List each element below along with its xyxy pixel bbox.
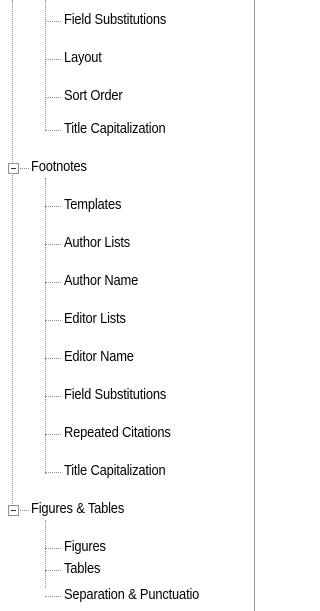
tree-connector — [45, 548, 61, 549]
tree-item-label: Figures — [64, 538, 106, 555]
tree-connector — [45, 434, 61, 435]
tree-connector — [45, 21, 61, 22]
tree-item-label: Templates — [64, 196, 122, 213]
tree-connector — [45, 59, 61, 60]
tree-item-author-lists[interactable]: Author Lists — [0, 230, 254, 258]
tree-item-label: Author Name — [64, 272, 139, 289]
tree-item-label: Title Capitalization — [64, 120, 166, 137]
tree-item-label: Field Substitutions — [64, 386, 167, 403]
tree-connector — [20, 510, 29, 511]
tree-item-label: Separation & Punctuatio — [64, 586, 200, 603]
tree-connector — [45, 206, 61, 207]
collapse-toggle-icon[interactable] — [8, 163, 19, 174]
tree-connector — [45, 282, 61, 283]
tree-item-label: Repeated Citations — [64, 424, 171, 441]
tree-connector — [45, 570, 61, 571]
tree-item-author-name[interactable]: Author Name — [0, 268, 254, 296]
tree-item-repeated-citations[interactable]: Repeated Citations — [0, 420, 254, 448]
tree-item-editor-name[interactable]: Editor Name — [0, 344, 254, 372]
tree-group-label: Footnotes — [31, 158, 87, 175]
tree-group-footnotes[interactable]: Footnotes — [0, 154, 254, 182]
tree-item-templates[interactable]: Templates — [0, 192, 254, 220]
tree-item-label: Field Substitutions — [64, 11, 167, 28]
tree-item-label: Tables — [64, 560, 101, 577]
tree-connector — [45, 130, 61, 131]
tree-connector — [45, 97, 61, 98]
tree-item-label: Editor Lists — [64, 310, 126, 327]
tree-connector — [45, 596, 61, 597]
tree-connector — [45, 358, 61, 359]
style-sections-tree[interactable]: Field Substitutions Layout Sort Order Ti… — [0, 0, 255, 611]
tree-connector — [45, 320, 61, 321]
tree-item-title-capitalization-footnotes[interactable]: Title Capitalization — [0, 458, 254, 486]
tree-item-title-capitalization[interactable]: Title Capitalization — [0, 116, 254, 144]
tree-item-layout[interactable]: Layout — [0, 45, 254, 73]
tree-item-label: Sort Order — [64, 87, 123, 104]
tree-connector — [45, 244, 61, 245]
tree-item-sort-order[interactable]: Sort Order — [0, 83, 254, 111]
tree-group-figures-tables[interactable]: Figures & Tables — [0, 496, 254, 524]
tree-item-tables[interactable]: Tables — [0, 556, 254, 584]
tree-item-field-substitutions[interactable]: Field Substitutions — [0, 7, 254, 35]
tree-item-label: Author Lists — [64, 234, 131, 251]
collapse-toggle-icon[interactable] — [8, 505, 19, 516]
tree-group-label: Figures & Tables — [31, 500, 125, 517]
tree-item-field-substitutions-footnotes[interactable]: Field Substitutions — [0, 382, 254, 410]
tree-item-editor-lists[interactable]: Editor Lists — [0, 306, 254, 334]
tree-item-label: Layout — [64, 49, 102, 66]
tree-item-separation-punctuation[interactable]: Separation & Punctuatio — [0, 584, 254, 611]
tree-connector — [20, 168, 29, 169]
tree-connector — [45, 396, 61, 397]
tree-item-label: Editor Name — [64, 348, 134, 365]
tree-item-label: Title Capitalization — [64, 462, 166, 479]
tree-connector — [45, 472, 61, 473]
